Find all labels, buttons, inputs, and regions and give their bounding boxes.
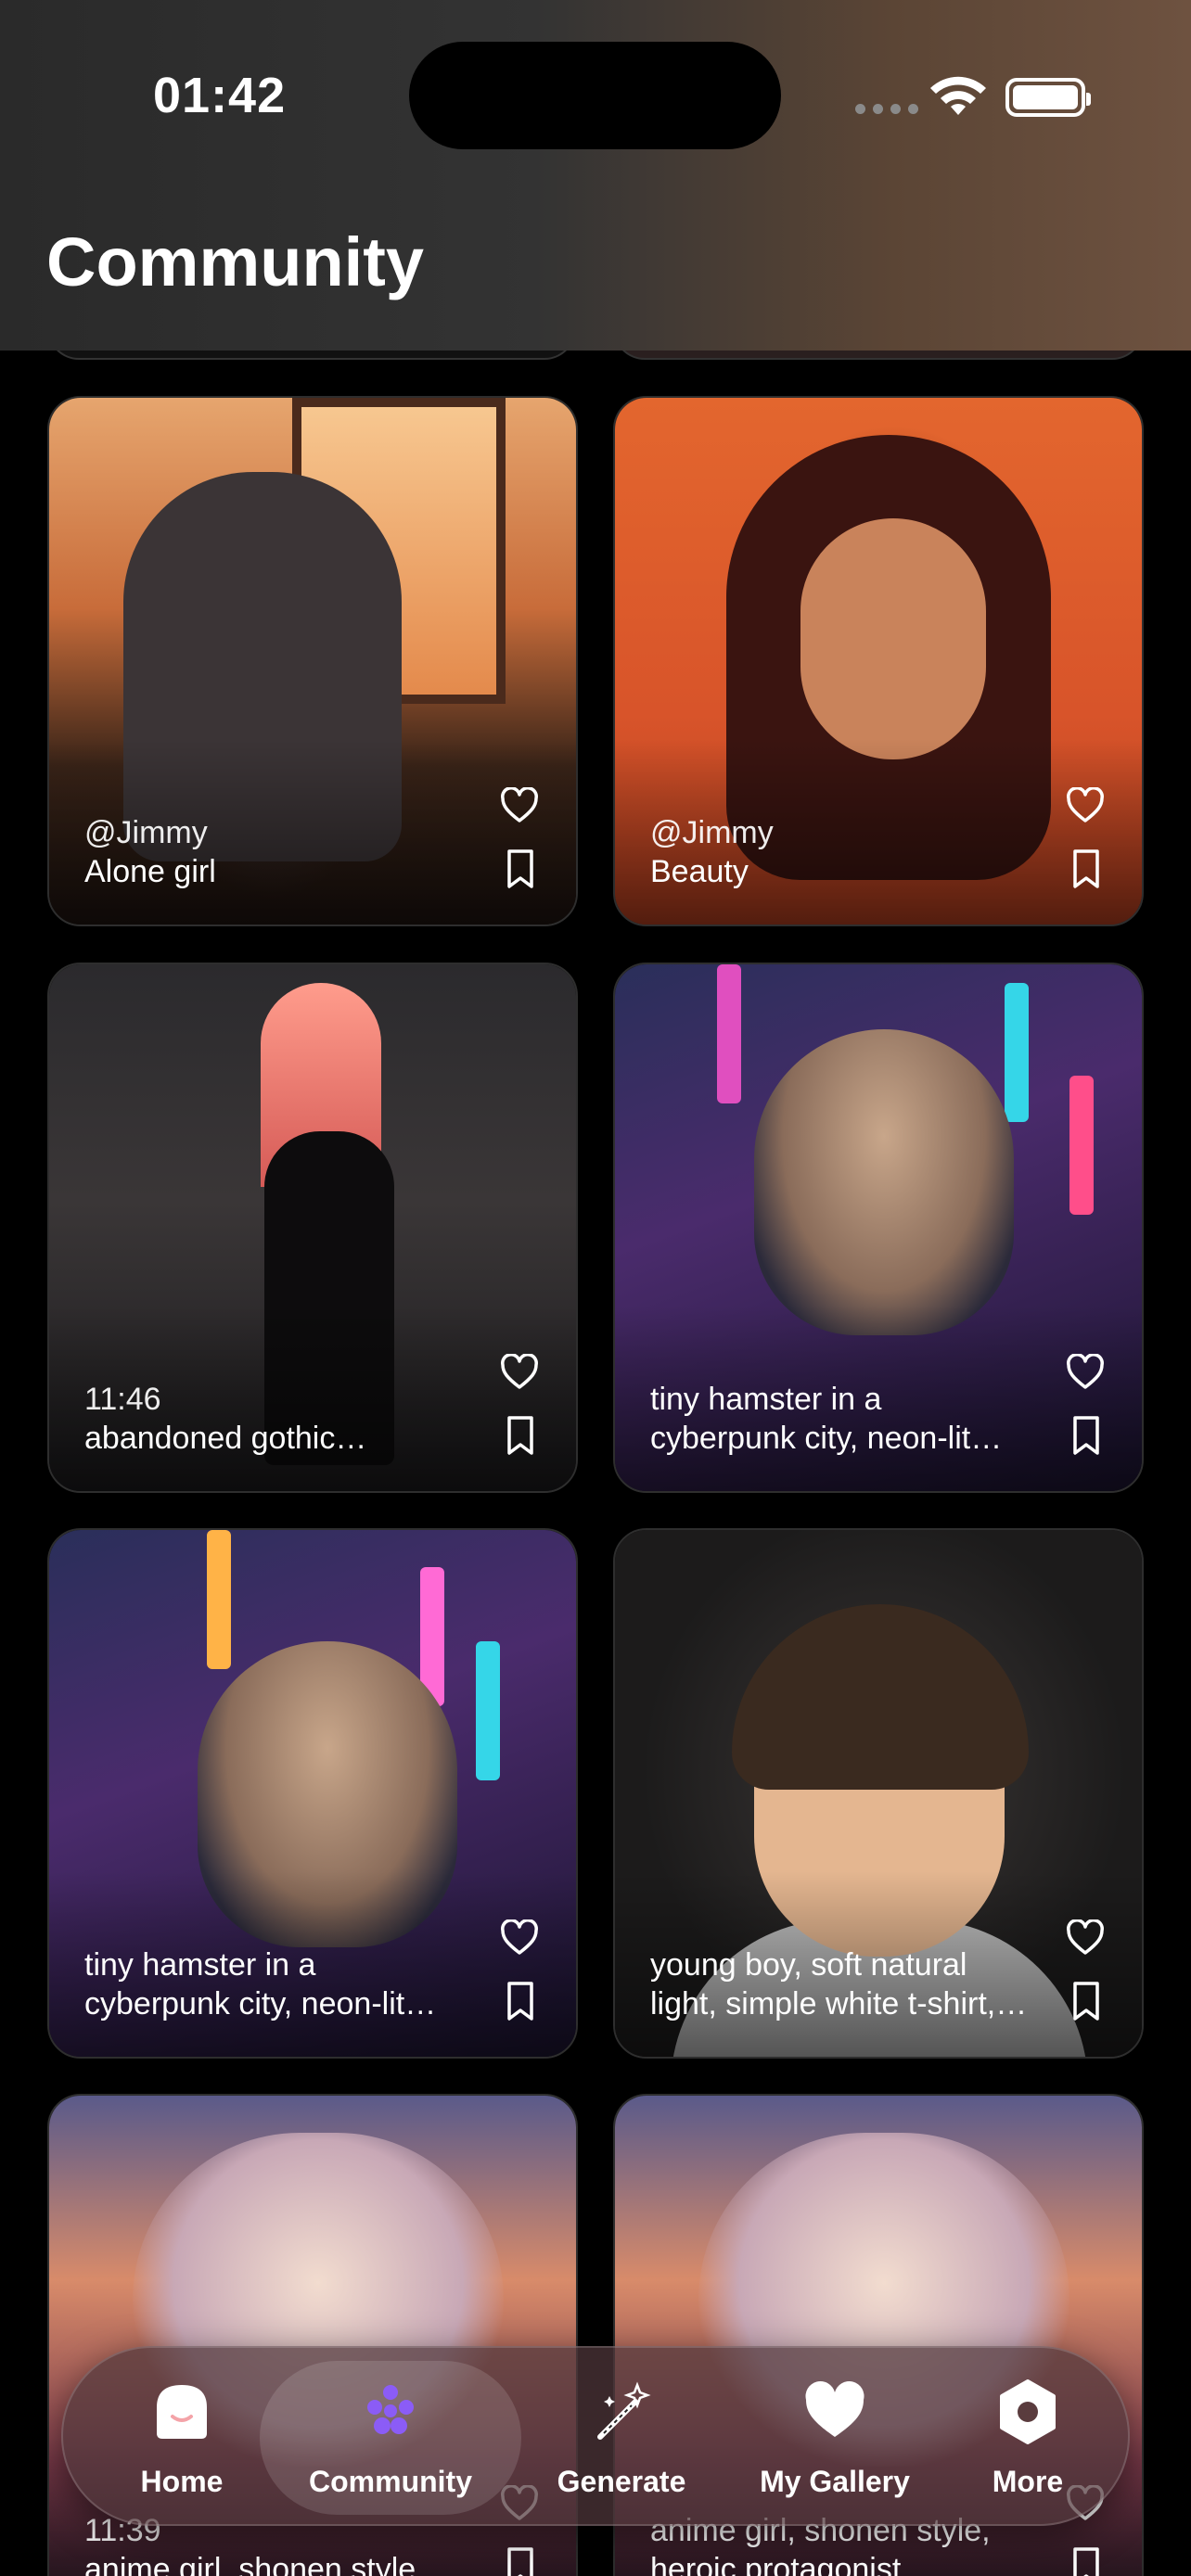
generate-icon (597, 2381, 651, 2440)
heart-icon[interactable] (500, 1919, 539, 1957)
more-icon (1000, 2379, 1056, 2444)
battery-icon (1005, 78, 1091, 117)
card-caption: young boy, soft natural light, simple wh… (650, 1947, 996, 2021)
card-caption: tiny hamster in a cyberpunk city, neon-l… (84, 1947, 405, 2021)
heart-icon[interactable] (1066, 787, 1105, 824)
community-card[interactable]: 11:46 abandoned gothic cathedral (47, 963, 578, 1493)
gallery-icon (805, 2380, 864, 2437)
card-caption: anime girl, shonen style (84, 2552, 416, 2576)
card-caption: Beauty (650, 854, 749, 889)
bookmark-icon[interactable] (506, 1415, 535, 1456)
bookmark-icon[interactable] (506, 1981, 535, 2021)
signal-icon (855, 104, 918, 114)
tab-community[interactable]: Community (260, 2361, 521, 2515)
card-author: 11:46 (84, 1382, 161, 1417)
heart-icon[interactable] (1066, 1354, 1105, 1391)
bookmark-icon[interactable] (1071, 2546, 1101, 2576)
card-caption: Alone girl (84, 854, 216, 889)
card-caption: tiny hamster in a cyberpunk city, neon-l… (650, 1382, 971, 1456)
bookmark-icon[interactable] (1071, 1415, 1101, 1456)
bookmark-icon[interactable] (506, 2546, 535, 2576)
card-author: @Jimmy (650, 815, 774, 850)
tab-bar: Home Community Generate My Gallery More (61, 2346, 1130, 2526)
heart-icon[interactable] (500, 1354, 539, 1391)
tab-my-gallery[interactable]: My Gallery (724, 2361, 946, 2515)
page-title: Community (46, 223, 424, 300)
status-time: 01:42 (153, 68, 287, 123)
community-icon (367, 2385, 414, 2434)
tab-more[interactable]: More (926, 2361, 1130, 2515)
home-icon (157, 2385, 207, 2439)
bookmark-icon[interactable] (506, 848, 535, 889)
bookmark-icon[interactable] (1071, 1981, 1101, 2021)
community-card[interactable]: young boy, soft natural light, simple wh… (613, 1528, 1144, 2059)
header: 01:42 Community (0, 0, 1191, 351)
community-card[interactable]: @Jimmy Alone girl (47, 396, 578, 926)
tab-label: My Gallery (760, 2465, 910, 2498)
heart-icon[interactable] (500, 787, 539, 824)
tab-label: Home (140, 2465, 224, 2498)
community-card[interactable]: tiny hamster in a cyberpunk city, neon-l… (613, 963, 1144, 1493)
wifi-icon (930, 76, 986, 115)
card-caption: abandoned gothic cathedral (84, 1421, 336, 1456)
tab-label: Community (309, 2465, 472, 2498)
tab-home[interactable]: Home (80, 2361, 284, 2515)
card-author: @Jimmy (84, 815, 208, 850)
tab-label: Generate (557, 2465, 686, 2498)
dynamic-island (409, 42, 781, 149)
tab-label: More (992, 2465, 1064, 2498)
heart-icon[interactable] (1066, 1919, 1105, 1957)
community-card[interactable]: @Jimmy Beauty (613, 396, 1144, 926)
bookmark-icon[interactable] (1071, 848, 1101, 889)
tab-generate[interactable]: Generate (519, 2361, 724, 2515)
community-card[interactable]: tiny hamster in a cyberpunk city, neon-l… (47, 1528, 578, 2059)
